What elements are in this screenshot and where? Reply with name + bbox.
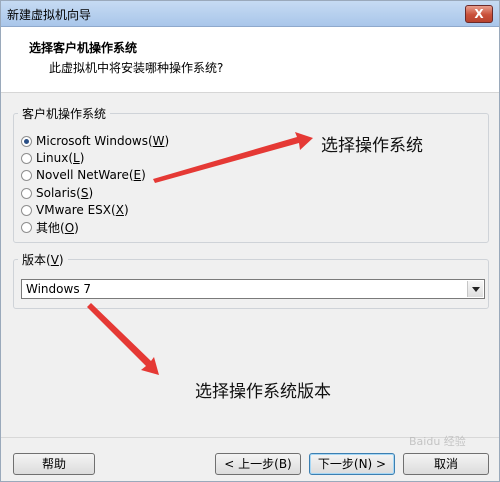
- back-button[interactable]: < 上一步(B): [215, 453, 301, 475]
- radio-button-icon[interactable]: [21, 135, 32, 147]
- watermark: Baidu 经验: [409, 435, 466, 448]
- new-vm-wizard-window: 新建虚拟机向导 X 选择客户机操作系统 此虚拟机中将安装哪种操作系统? 客户机操…: [0, 0, 500, 482]
- radio-label: 其他(O): [36, 220, 79, 235]
- radio-button-icon[interactable]: [21, 152, 32, 164]
- radio-label: VMware ESX(X): [36, 203, 129, 217]
- radio-label: Solaris(S): [36, 186, 94, 200]
- next-button[interactable]: 下一步(N) >: [309, 453, 395, 475]
- annotation-version-text: 选择操作系统版本: [195, 382, 331, 402]
- arrow-to-version-select: [87, 303, 159, 375]
- annotation-os-text: 选择操作系统: [321, 136, 423, 156]
- version-select-value: Windows 7: [26, 282, 92, 296]
- window-title: 新建虚拟机向导: [7, 8, 92, 22]
- radio-option-netware[interactable]: Novell NetWare(E): [21, 167, 146, 183]
- radio-button-icon[interactable]: [21, 187, 32, 199]
- radio-label: Microsoft Windows(W): [36, 134, 170, 148]
- radio-option-windows[interactable]: Microsoft Windows(W): [21, 133, 169, 149]
- radio-label: Novell NetWare(E): [36, 168, 146, 182]
- radio-label: Linux(L): [36, 151, 85, 165]
- radio-option-esx[interactable]: VMware ESX(X): [21, 202, 129, 218]
- chevron-down-icon[interactable]: [467, 281, 483, 297]
- close-button[interactable]: X: [465, 5, 493, 23]
- radio-button-icon[interactable]: [21, 204, 32, 216]
- page-subtitle: 此虚拟机中将安装哪种操作系统?: [49, 61, 224, 75]
- cancel-button[interactable]: 取消: [403, 453, 489, 475]
- wizard-header: 选择客户机操作系统 此虚拟机中将安装哪种操作系统?: [1, 27, 499, 93]
- help-button[interactable]: 帮助: [13, 453, 95, 475]
- radio-option-solaris[interactable]: Solaris(S): [21, 185, 93, 201]
- guest-os-group-label: 客户机操作系统: [18, 105, 111, 122]
- radio-option-linux[interactable]: Linux(L): [21, 150, 84, 166]
- version-group-label: 版本(V): [18, 251, 68, 268]
- radio-button-icon[interactable]: [21, 169, 32, 181]
- version-select[interactable]: Windows 7: [21, 279, 485, 299]
- radio-button-icon[interactable]: [21, 221, 32, 233]
- title-bar[interactable]: 新建虚拟机向导 X: [1, 1, 499, 27]
- radio-option-other[interactable]: 其他(O): [21, 219, 79, 235]
- page-title: 选择客户机操作系统: [29, 41, 138, 55]
